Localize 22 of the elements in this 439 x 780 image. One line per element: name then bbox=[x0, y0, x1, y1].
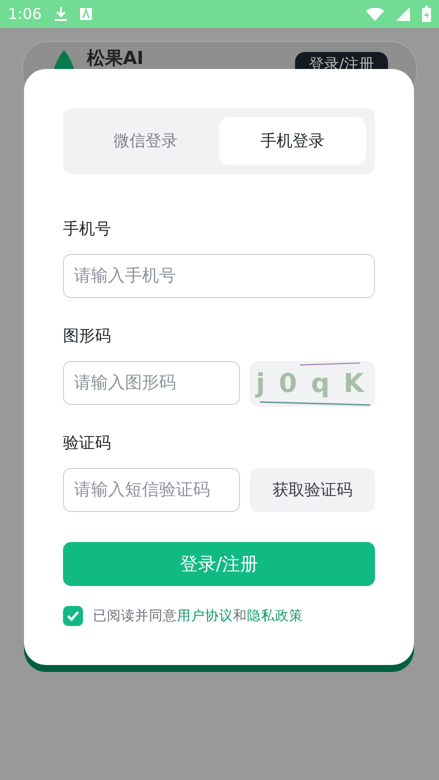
signal-icon bbox=[396, 7, 410, 21]
brand-name: 松果AI bbox=[87, 49, 144, 69]
field-label: 验证码 bbox=[63, 433, 112, 454]
status-time: 1:06 bbox=[8, 5, 42, 23]
wifi-icon bbox=[366, 8, 384, 20]
battery-icon bbox=[422, 6, 431, 22]
input-field[interactable]: 请输入短信验证码 bbox=[63, 468, 240, 512]
download-icon bbox=[54, 6, 68, 22]
input-field[interactable]: 请输入图形码 bbox=[63, 361, 240, 405]
input-field[interactable]: 请输入手机号 bbox=[63, 254, 375, 298]
user-agreement-link[interactable]: 用户协议 bbox=[177, 608, 233, 624]
login-tab[interactable]: 微信登录 bbox=[72, 117, 219, 165]
check-icon bbox=[67, 611, 79, 621]
field-label: 手机号 bbox=[63, 219, 112, 240]
agree-checkbox[interactable] bbox=[63, 606, 83, 626]
agreement-text: 已阅读并同意用户协议和隐私政策 bbox=[93, 607, 303, 625]
privacy-policy-link[interactable]: 隐私政策 bbox=[247, 608, 303, 624]
field-label: 图形码 bbox=[63, 326, 112, 347]
login-tab[interactable]: 手机登录 bbox=[219, 117, 366, 165]
submit-button[interactable]: 登录/注册 bbox=[63, 542, 375, 586]
get-code-button[interactable]: 获取验证码 bbox=[250, 468, 375, 512]
app-notification-icon bbox=[80, 8, 92, 20]
